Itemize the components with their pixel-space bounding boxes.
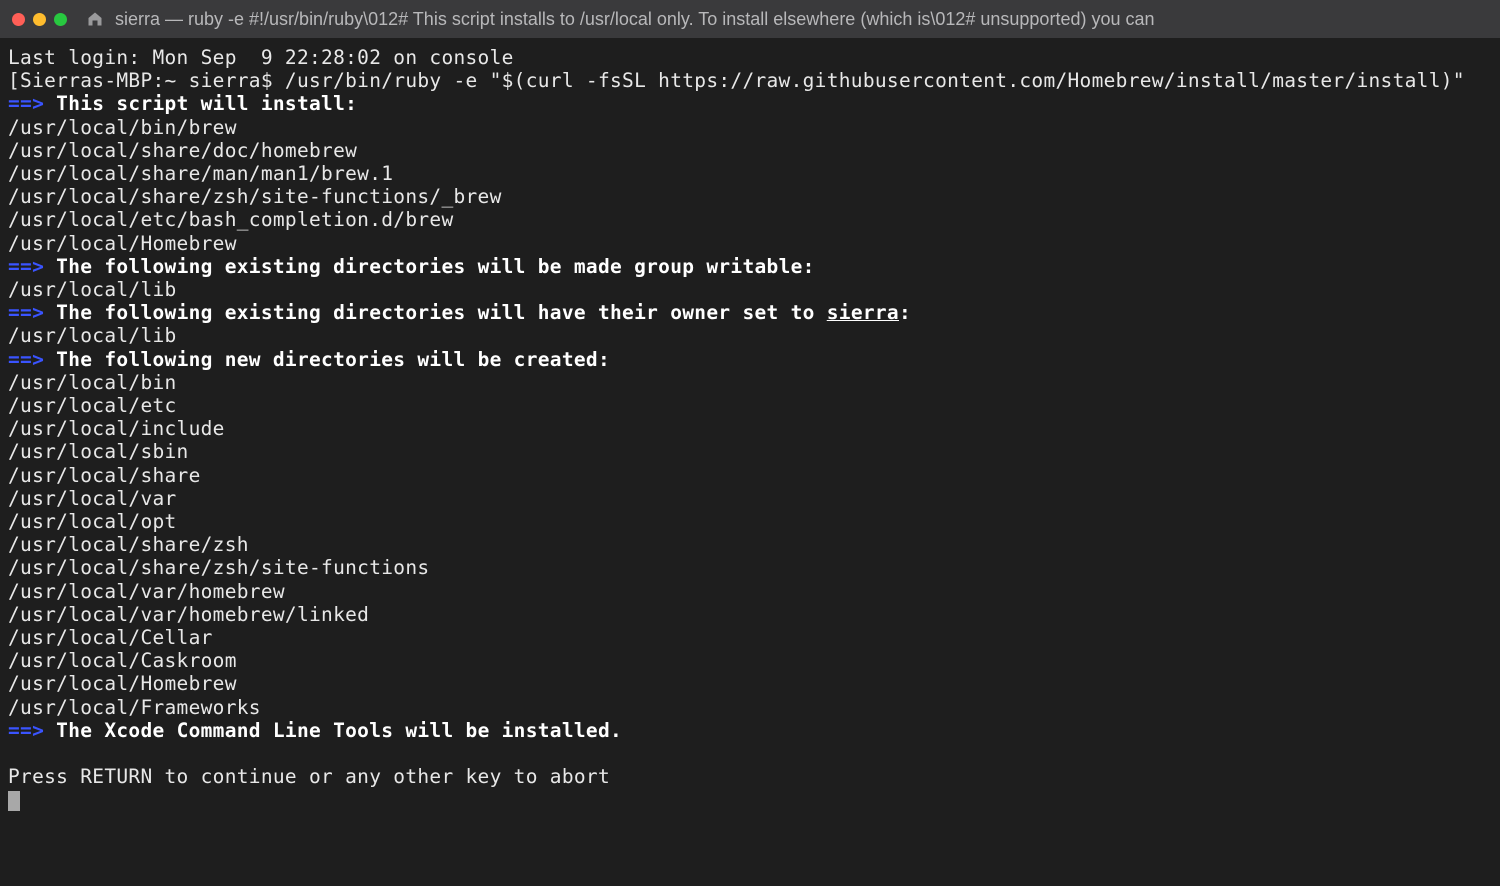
maximize-icon[interactable] bbox=[54, 13, 67, 26]
terminal-window: sierra — ruby -e #!/usr/bin/ruby\012# Th… bbox=[0, 0, 1500, 886]
prompt-continue-line: Press RETURN to continue or any other ke… bbox=[8, 765, 1492, 788]
section-owner-header: ==> The following existing directories w… bbox=[8, 301, 1492, 324]
prompt: [Sierras-MBP:~ sierra$ bbox=[8, 69, 285, 92]
path-line: /usr/local/bin/brew bbox=[8, 116, 1492, 139]
path-line: /usr/local/share bbox=[8, 464, 1492, 487]
path-line: /usr/local/opt bbox=[8, 510, 1492, 533]
section-title-prefix: The following existing directories will … bbox=[44, 301, 827, 324]
path-line: /usr/local/Caskroom bbox=[8, 649, 1492, 672]
path-line: /usr/local/lib bbox=[8, 278, 1492, 301]
section-title-suffix: : bbox=[899, 301, 911, 324]
path-line: /usr/local/var bbox=[8, 487, 1492, 510]
path-line: /usr/local/share/doc/homebrew bbox=[8, 139, 1492, 162]
blank-line bbox=[8, 742, 1492, 765]
cursor-icon bbox=[8, 791, 20, 811]
section-writable-header: ==> The following existing directories w… bbox=[8, 255, 1492, 278]
path-line: /usr/local/etc/bash_completion.d/brew bbox=[8, 208, 1492, 231]
path-line: /usr/local/var/homebrew bbox=[8, 580, 1492, 603]
path-line: /usr/local/sbin bbox=[8, 440, 1492, 463]
path-line: /usr/local/share/man/man1/brew.1 bbox=[8, 162, 1492, 185]
section-title: The following existing directories will … bbox=[44, 255, 815, 278]
home-icon bbox=[87, 11, 103, 27]
path-line: /usr/local/share/zsh/site-functions/_bre… bbox=[8, 185, 1492, 208]
path-line: /usr/local/Cellar bbox=[8, 626, 1492, 649]
terminal-output[interactable]: Last login: Mon Sep 9 22:28:02 on consol… bbox=[0, 38, 1500, 886]
section-xcode-header: ==> The Xcode Command Line Tools will be… bbox=[8, 719, 1492, 742]
path-line: /usr/local/Homebrew bbox=[8, 232, 1492, 255]
cursor-line bbox=[8, 788, 1492, 811]
path-line: /usr/local/Frameworks bbox=[8, 696, 1492, 719]
section-newdirs-header: ==> The following new directories will b… bbox=[8, 348, 1492, 371]
last-login-line: Last login: Mon Sep 9 22:28:02 on consol… bbox=[8, 46, 1492, 69]
section-install-header: ==> This script will install: bbox=[8, 92, 1492, 115]
section-username: sierra bbox=[827, 301, 899, 324]
path-line: /usr/local/include bbox=[8, 417, 1492, 440]
command-text: /usr/bin/ruby -e "$(curl -fsSL https://r… bbox=[285, 69, 1465, 92]
arrow-icon: ==> bbox=[8, 301, 44, 324]
section-title: The Xcode Command Line Tools will be ins… bbox=[44, 719, 622, 742]
path-line: /usr/local/bin bbox=[8, 371, 1492, 394]
window-title: sierra — ruby -e #!/usr/bin/ruby\012# Th… bbox=[115, 9, 1155, 30]
arrow-icon: ==> bbox=[8, 255, 44, 278]
close-icon[interactable] bbox=[12, 13, 25, 26]
path-line: /usr/local/share/zsh/site-functions bbox=[8, 556, 1492, 579]
section-title: This script will install: bbox=[44, 92, 357, 115]
path-line: /usr/local/Homebrew bbox=[8, 672, 1492, 695]
arrow-icon: ==> bbox=[8, 719, 44, 742]
path-line: /usr/local/lib bbox=[8, 324, 1492, 347]
path-line: /usr/local/share/zsh bbox=[8, 533, 1492, 556]
command-line: [Sierras-MBP:~ sierra$ /usr/bin/ruby -e … bbox=[8, 69, 1492, 92]
path-line: /usr/local/var/homebrew/linked bbox=[8, 603, 1492, 626]
arrow-icon: ==> bbox=[8, 348, 44, 371]
path-line: /usr/local/etc bbox=[8, 394, 1492, 417]
traffic-lights bbox=[12, 13, 67, 26]
minimize-icon[interactable] bbox=[33, 13, 46, 26]
titlebar[interactable]: sierra — ruby -e #!/usr/bin/ruby\012# Th… bbox=[0, 0, 1500, 38]
section-title: The following new directories will be cr… bbox=[44, 348, 610, 371]
arrow-icon: ==> bbox=[8, 92, 44, 115]
